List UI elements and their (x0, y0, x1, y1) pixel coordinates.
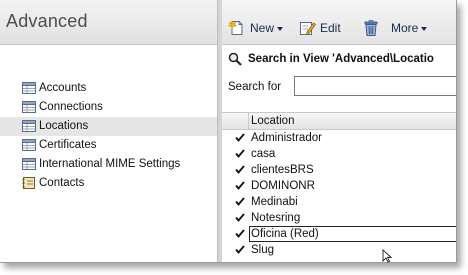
trash-icon (364, 20, 378, 36)
nav-item-label: Connections (39, 101, 103, 113)
checkmark-icon (235, 149, 245, 158)
navigator-header: Advanced (0, 0, 217, 45)
nav-item-accounts[interactable]: Accounts (0, 79, 217, 98)
nav-item-locations[interactable]: Locations (0, 117, 217, 136)
nav-item-label: Locations (39, 120, 89, 132)
nav-item-label: Certificates (39, 139, 97, 151)
location-name: Administrador (251, 132, 322, 144)
navigator-title: Advanced (6, 11, 88, 31)
view-list: Accounts Connections Locations Certifica… (0, 79, 217, 193)
nav-item-international-mime-settings[interactable]: International MIME Settings (0, 155, 217, 174)
more-button[interactable]: More (391, 20, 428, 36)
chevron-down-icon (421, 26, 428, 31)
location-name: Medinabi (251, 196, 298, 208)
edit-button-label: Edit (320, 21, 341, 35)
chevron-down-icon (277, 26, 284, 31)
checkmark-icon (235, 181, 245, 190)
new-button-label: New (250, 21, 275, 35)
search-input[interactable] (294, 76, 456, 96)
checkmark-icon (235, 165, 245, 174)
selection-column-header[interactable] (222, 113, 249, 129)
table-row[interactable]: Slug (222, 242, 456, 258)
edit-pencil-icon (300, 22, 316, 35)
address-book-icon (22, 177, 35, 189)
location-name: casa (251, 148, 276, 160)
location-name: Slug (251, 244, 275, 256)
search-title-text: Search in View 'Advanced\Locatio (248, 53, 434, 65)
nav-item-label: Accounts (39, 82, 87, 94)
nav-item-certificates[interactable]: Certificates (0, 136, 217, 155)
location-name: Notesring (251, 212, 301, 224)
table-icon (22, 82, 36, 94)
checkmark-icon (235, 245, 245, 254)
table-icon (22, 139, 36, 151)
nav-item-connections[interactable]: Connections (0, 98, 217, 117)
location-name: clientesBRS (251, 164, 314, 176)
table-row[interactable]: casa (222, 146, 456, 162)
search-icon (228, 52, 242, 66)
action-bar: New Edit More (222, 0, 456, 45)
view-pane: New Edit More Search in View 'Advanced\L… (222, 0, 456, 262)
nav-item-label: Contacts (39, 177, 85, 189)
new-document-icon (228, 20, 243, 35)
table-row[interactable]: clientesBRS (222, 162, 456, 178)
table-icon (22, 120, 36, 132)
table-row[interactable]: Medinabi (222, 194, 456, 210)
table-icon (22, 101, 36, 113)
locations-table: Location Administrador casa clientesBRS … (222, 112, 456, 258)
location-name: Oficina (Red) (251, 228, 319, 240)
more-button-label: More (391, 21, 419, 35)
nav-item-label: International MIME Settings (39, 158, 181, 170)
table-icon (22, 158, 36, 170)
application-window: Advanced Accounts Connections Locations … (0, 0, 457, 263)
checkmark-icon (235, 197, 245, 206)
table-row[interactable]: Administrador (222, 130, 456, 146)
table-row[interactable]: DOMINONR (222, 178, 456, 194)
table-header: Location (222, 112, 456, 130)
search-for-label: Search for (228, 81, 282, 93)
checkmark-icon (235, 213, 245, 222)
table-row[interactable]: Notesring (222, 210, 456, 226)
navigator-pane: Advanced Accounts Connections Locations … (0, 0, 217, 262)
checkmark-icon (235, 133, 245, 142)
table-row-focused[interactable]: Oficina (Red) (222, 226, 456, 242)
location-name: DOMINONR (251, 180, 315, 192)
checkmark-icon (235, 229, 245, 238)
mouse-pointer-icon (382, 249, 392, 263)
column-header-location[interactable]: Location (251, 113, 294, 129)
nav-item-contacts[interactable]: Contacts (0, 174, 217, 193)
